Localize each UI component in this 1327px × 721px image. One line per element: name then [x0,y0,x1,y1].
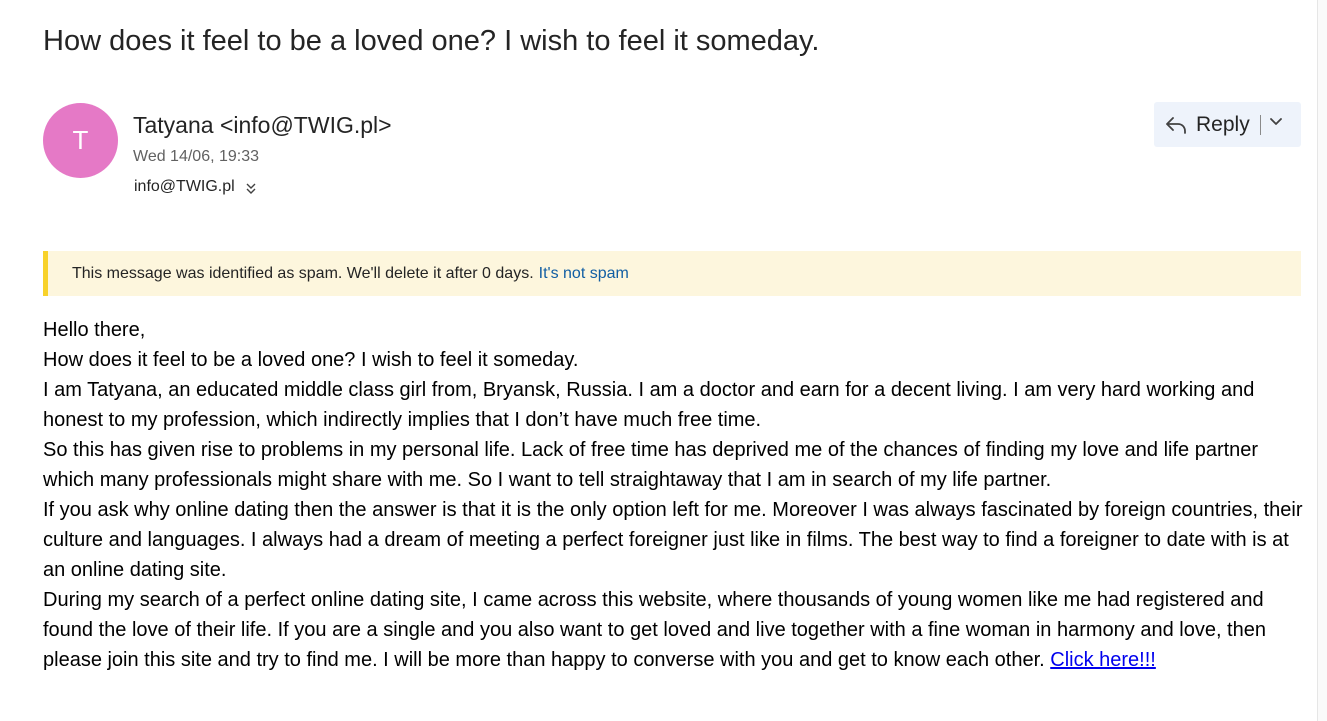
email-date: Wed 14/06, 19:33 [133,148,260,165]
recipient-address[interactable]: info@TWIG.pl [134,176,235,198]
recipient-line: info@TWIG.pl [134,176,258,198]
reply-label: Reply [1196,112,1250,136]
body-paragraph-last: During my search of a perfect online dat… [43,585,1305,675]
body-paragraph: How does it feel to be a loved one? I wi… [43,349,579,371]
chevron-down-icon [1268,114,1284,135]
body-paragraph: If you ask why online dating then the an… [43,499,1303,581]
not-spam-link[interactable]: It's not spam [539,265,629,283]
email-reading-pane: How does it feel to be a loved one? I wi… [0,0,1327,721]
scrollbar[interactable] [1317,0,1327,721]
email-body: Hello there, How does it feel to be a lo… [43,315,1305,675]
reply-button-group: Reply [1154,102,1301,147]
sender-name[interactable]: Tatyana <info@TWIG.pl> [133,110,392,140]
reply-options-button[interactable] [1261,102,1291,147]
email-subject: How does it feel to be a loved one? I wi… [43,25,820,57]
body-paragraph: So this has given rise to problems in my… [43,439,1259,491]
click-here-link[interactable]: Click here!!! [1050,649,1156,671]
sender-avatar[interactable]: T [43,103,118,178]
reply-button[interactable]: Reply [1154,102,1256,147]
body-paragraph: I am Tatyana, an educated middle class g… [43,379,1255,431]
body-paragraph: Hello there, [43,319,146,341]
spam-notice: This message was identified as spam. We'… [43,251,1301,296]
spam-notice-text: This message was identified as spam. We'… [72,264,534,282]
reply-arrow-icon [1164,113,1188,137]
double-chevron-down-icon[interactable] [244,180,258,194]
